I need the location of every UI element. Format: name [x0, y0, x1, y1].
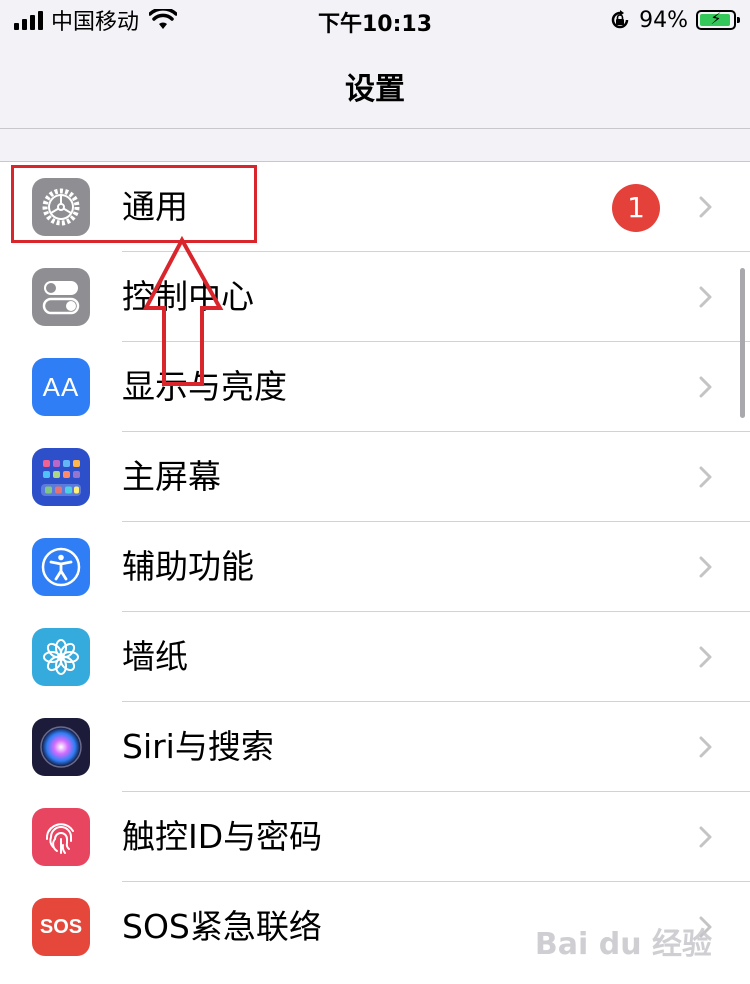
chevron-right-icon	[699, 196, 712, 218]
nav-divider	[0, 128, 750, 129]
highlight-box	[11, 165, 257, 243]
flower-icon	[32, 628, 90, 686]
settings-item-home-screen[interactable]: 主屏幕	[0, 432, 750, 522]
notification-badge: 1	[612, 184, 660, 232]
settings-item-label: SOS紧急联络	[122, 907, 322, 946]
scroll-indicator[interactable]	[740, 268, 745, 418]
page-title: 设置	[345, 72, 405, 107]
rotation-lock-icon	[611, 10, 629, 29]
chevron-right-icon	[699, 556, 712, 578]
settings-item-wallpaper[interactable]: 墙纸	[0, 612, 750, 702]
up-arrow-annotation	[142, 236, 224, 386]
settings-item-siri-search[interactable]: Siri与搜索	[0, 702, 750, 792]
toggles-icon	[32, 268, 90, 326]
status-bar: 中国移动 下午10:13 94% ⚡	[0, 0, 750, 40]
chevron-right-icon	[699, 376, 712, 398]
icon-glyph: AA	[42, 371, 80, 402]
status-right: 94% ⚡	[609, 6, 740, 34]
text-size-icon: AA	[32, 358, 90, 416]
chevron-right-icon	[699, 646, 712, 668]
settings-item-touch-id-passcode[interactable]: 触控ID与密码	[0, 792, 750, 882]
chevron-right-icon	[699, 826, 712, 848]
battery-charging-icon: ⚡	[696, 9, 740, 30]
chevron-right-icon	[699, 286, 712, 308]
settings-item-control-center[interactable]: 控制中心	[0, 252, 750, 342]
siri-icon	[32, 718, 90, 776]
home-grid-icon	[32, 448, 90, 506]
settings-item-label: 主屏幕	[122, 457, 221, 496]
watermark: Bai du 经验	[534, 927, 712, 962]
navigation-bar: 设置	[0, 40, 750, 128]
sos-icon: SOS	[32, 898, 90, 956]
settings-item-label: 辅助功能	[122, 547, 254, 586]
settings-item-display-brightness[interactable]: AA 显示与亮度	[0, 342, 750, 432]
fingerprint-icon	[32, 808, 90, 866]
settings-item-label: 墙纸	[122, 637, 188, 676]
chevron-right-icon	[699, 736, 712, 758]
icon-glyph: SOS	[39, 915, 83, 938]
settings-list: 通用 1 控制中心 AA 显示与亮度 主屏幕 辅助功能 墙纸 Siri与搜索 触…	[0, 161, 750, 984]
settings-item-label: Siri与搜索	[122, 727, 274, 766]
battery-percent: 94%	[639, 7, 688, 33]
accessibility-icon	[32, 538, 90, 596]
settings-item-accessibility[interactable]: 辅助功能	[0, 522, 750, 612]
settings-item-label: 触控ID与密码	[122, 817, 323, 856]
chevron-right-icon	[699, 466, 712, 488]
